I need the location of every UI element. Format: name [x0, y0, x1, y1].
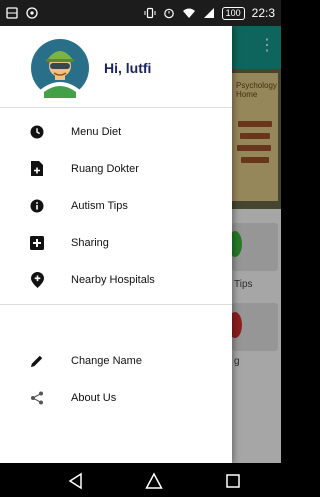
drawer-item-label: Change Name [71, 354, 142, 367]
location-plus-icon [29, 271, 45, 288]
info-icon [29, 198, 45, 214]
drawer-item-ruang-dokter[interactable]: Ruang Dokter [0, 150, 232, 187]
drawer-item-label: Nearby Hospitals [71, 273, 155, 286]
status-time: 22:3 [251, 6, 275, 20]
avatar[interactable] [30, 38, 90, 98]
gallery-notification-icon [6, 7, 18, 19]
drawer-item-change-name[interactable]: Change Name [0, 342, 232, 379]
greeting-text: Hi, lutfi [104, 60, 152, 76]
share-icon [29, 390, 45, 406]
alarm-icon [163, 7, 175, 19]
drawer-divider [0, 304, 232, 305]
recents-icon[interactable] [224, 472, 242, 490]
drawer-item-label: About Us [71, 391, 117, 404]
file-plus-icon [29, 161, 45, 177]
drawer-divider [0, 107, 232, 108]
back-icon[interactable] [67, 472, 85, 490]
home-icon[interactable] [145, 472, 163, 490]
status-bar: 100 22:3 [0, 0, 281, 26]
drawer-item-label: Menu Diet [71, 125, 122, 138]
clock-icon [29, 124, 45, 140]
drawer-item-label: Sharing [71, 236, 109, 249]
drawer-item-about-us[interactable]: About Us [0, 379, 232, 416]
drawer-item-label: Autism Tips [71, 199, 128, 212]
avatar-icon [31, 39, 89, 98]
battery-level: 100 [221, 6, 245, 20]
drawer-item-label: Ruang Dokter [71, 162, 139, 175]
drawer-item-menu-diet[interactable]: Menu Diet [0, 113, 232, 150]
drawer-item-nearby-hospitals[interactable]: Nearby Hospitals [0, 261, 232, 298]
whatsapp-icon [26, 7, 38, 19]
wifi-icon [182, 7, 196, 19]
system-nav-bar [0, 463, 281, 497]
signal-icon [203, 7, 215, 19]
drawer-item-sharing[interactable]: Sharing [0, 224, 232, 261]
plus-square-icon [29, 235, 45, 251]
drawer-header: Hi, lutfi [0, 26, 232, 107]
drawer-item-autism-tips[interactable]: Autism Tips [0, 187, 232, 224]
pencil-icon [29, 353, 45, 369]
vibrate-icon [144, 7, 156, 19]
navigation-drawer: Hi, lutfi Menu Diet Ruang Dokter Autism … [0, 26, 232, 463]
